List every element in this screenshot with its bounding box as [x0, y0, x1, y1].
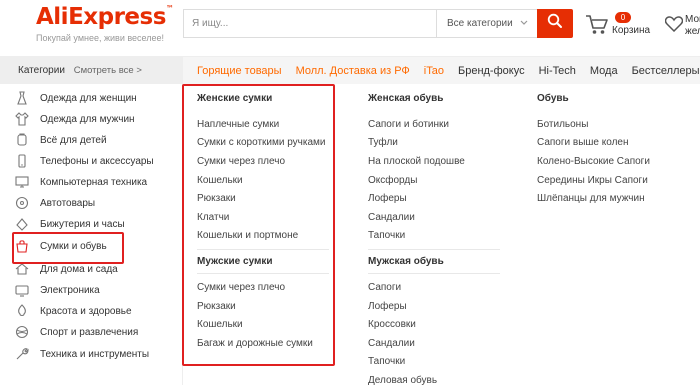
menu-link[interactable]: Сапоги и ботинки — [368, 119, 449, 130]
dress-icon — [14, 90, 30, 106]
sidebar-item-label: Одежда для женщин — [40, 92, 137, 104]
menu-link[interactable]: Сапоги — [368, 282, 401, 293]
sidebar-item-kids[interactable]: Всё для детей — [14, 130, 179, 150]
menu-link[interactable]: Кроссовки — [368, 319, 416, 330]
logo-trademark: ™ — [165, 4, 174, 13]
sidebar-item-beauty[interactable]: Красота и здоровье — [14, 301, 179, 321]
menu-link[interactable]: Лоферы — [368, 193, 407, 204]
logo-text: AliExpress — [36, 4, 166, 30]
category-select-value: Все категории — [447, 18, 513, 29]
sidebar-item-auto[interactable]: Автотовары — [14, 193, 179, 213]
sidebar-item-tools[interactable]: Техника и инструменты — [14, 344, 179, 364]
menu-link[interactable]: Сандалии — [368, 212, 415, 223]
menu-link[interactable]: Сапоги выше колен — [537, 137, 629, 148]
beauty-icon — [14, 303, 30, 319]
chevron-down-icon — [520, 10, 528, 48]
menu-link[interactable]: Туфли — [368, 137, 398, 148]
phone-icon — [14, 153, 30, 169]
men-shoes-title[interactable]: Мужская обувь — [368, 256, 444, 267]
nav-itao[interactable]: iTao — [424, 57, 444, 85]
categories-title: Категории — [18, 65, 65, 76]
sidebar-item-sport[interactable]: Спорт и развлечения — [14, 322, 179, 342]
sidebar-item-women-clothing[interactable]: Одежда для женщин — [14, 88, 179, 108]
heart-icon — [665, 16, 684, 37]
category-bar: Категории Смотреть все > Горящие товары … — [0, 56, 700, 85]
sidebar-item-label: Бижутерия и часы — [40, 218, 125, 230]
menu-link[interactable]: Колено-Высокие Сапоги — [537, 156, 650, 167]
sidebar-item-jewelry[interactable]: Бижутерия и часы — [14, 214, 179, 234]
nav-hi-tech[interactable]: Hi-Tech — [539, 57, 576, 85]
search-input[interactable] — [192, 10, 432, 37]
sidebar-item-label: Телефоны и аксессуары — [40, 155, 154, 167]
see-all-link[interactable]: Смотреть все > — [74, 65, 142, 76]
cart-count-badge: 0 — [615, 12, 631, 23]
shoes-title[interactable]: Обувь — [537, 93, 569, 104]
aliexpress-logo[interactable]: AliExpress™ — [36, 4, 174, 30]
nav-brand-focus[interactable]: Бренд-фокус — [458, 57, 525, 85]
sidebar-item-computers[interactable]: Компьютерная техника — [14, 172, 179, 192]
category-select[interactable]: Все категории — [436, 10, 536, 37]
cart-button[interactable]: 0 Корзина — [585, 12, 655, 40]
women-shoes-title[interactable]: Женская обувь — [368, 93, 443, 104]
car-icon — [14, 195, 30, 211]
wishlist-button[interactable]: Мои желания — [665, 12, 700, 40]
divider — [368, 249, 500, 250]
sidebar-item-label: Для дома и сада — [40, 263, 118, 275]
menu-link[interactable]: Оксфорды — [368, 175, 417, 186]
sidebar-item-men-clothing[interactable]: Одежда для мужчин — [14, 109, 179, 129]
cart-label: Корзина — [612, 25, 651, 36]
categories-header: Категории Смотреть все > — [0, 57, 183, 85]
sidebar-item-label: Красота и здоровье — [40, 305, 132, 317]
nav-fashion[interactable]: Мода — [590, 57, 618, 85]
sidebar-item-label: Одежда для мужчин — [40, 113, 135, 125]
menu-link[interactable]: Лоферы — [368, 301, 407, 312]
nav-bestsellers[interactable]: Бестселлеры — [632, 57, 700, 85]
menu-link[interactable]: Тапочки — [368, 230, 405, 241]
computer-icon — [14, 174, 30, 190]
shirt-icon — [14, 111, 30, 127]
sidebar-item-electronics[interactable]: Электроника — [14, 280, 179, 300]
top-nav: Горящие товары Молл. Доставка из РФ iTao… — [197, 57, 700, 85]
menu-link[interactable]: Тапочки — [368, 356, 405, 367]
sidebar-item-label: Всё для детей — [40, 134, 107, 146]
highlight-frame-bags — [182, 84, 335, 366]
menu-link[interactable]: Ботильоны — [537, 119, 588, 130]
wishlist-label: Мои желания — [685, 14, 700, 37]
highlight-frame-sidebar — [12, 232, 124, 264]
header: AliExpress™ Покупай умнее, живи веселее!… — [0, 0, 700, 52]
menu-link[interactable]: Шлёпанцы для мужчин — [537, 193, 645, 204]
tv-icon — [14, 282, 30, 298]
baby-icon — [14, 132, 30, 148]
watch-icon — [14, 216, 30, 232]
cart-icon — [585, 14, 609, 41]
sidebar-item-label: Компьютерная техника — [40, 176, 148, 188]
search-icon — [547, 13, 563, 34]
sidebar-item-label: Техника и инструменты — [40, 348, 150, 360]
tagline: Покупай умнее, живи веселее! — [36, 33, 164, 43]
category-sidebar: Одежда для женщин Одежда для мужчин Всё … — [0, 84, 183, 385]
sport-icon — [14, 324, 30, 340]
sidebar-item-label: Спорт и развлечения — [40, 326, 139, 338]
sidebar-item-label: Автотовары — [40, 197, 96, 209]
menu-link[interactable]: Сандалии — [368, 338, 415, 349]
divider — [368, 273, 500, 274]
menu-link[interactable]: Деловая обувь — [368, 375, 437, 385]
search-button[interactable] — [537, 9, 573, 38]
menu-link[interactable]: На плоской подошве — [368, 156, 465, 167]
nav-hot-deals[interactable]: Горящие товары — [197, 57, 282, 85]
search-bar: Все категории — [183, 9, 573, 38]
menu-link[interactable]: Середины Икры Сапоги — [537, 175, 648, 186]
nav-mall-russia[interactable]: Молл. Доставка из РФ — [296, 57, 410, 85]
sidebar-item-label: Электроника — [40, 284, 100, 296]
tools-icon — [14, 346, 30, 362]
sidebar-item-phones[interactable]: Телефоны и аксессуары — [14, 151, 179, 171]
